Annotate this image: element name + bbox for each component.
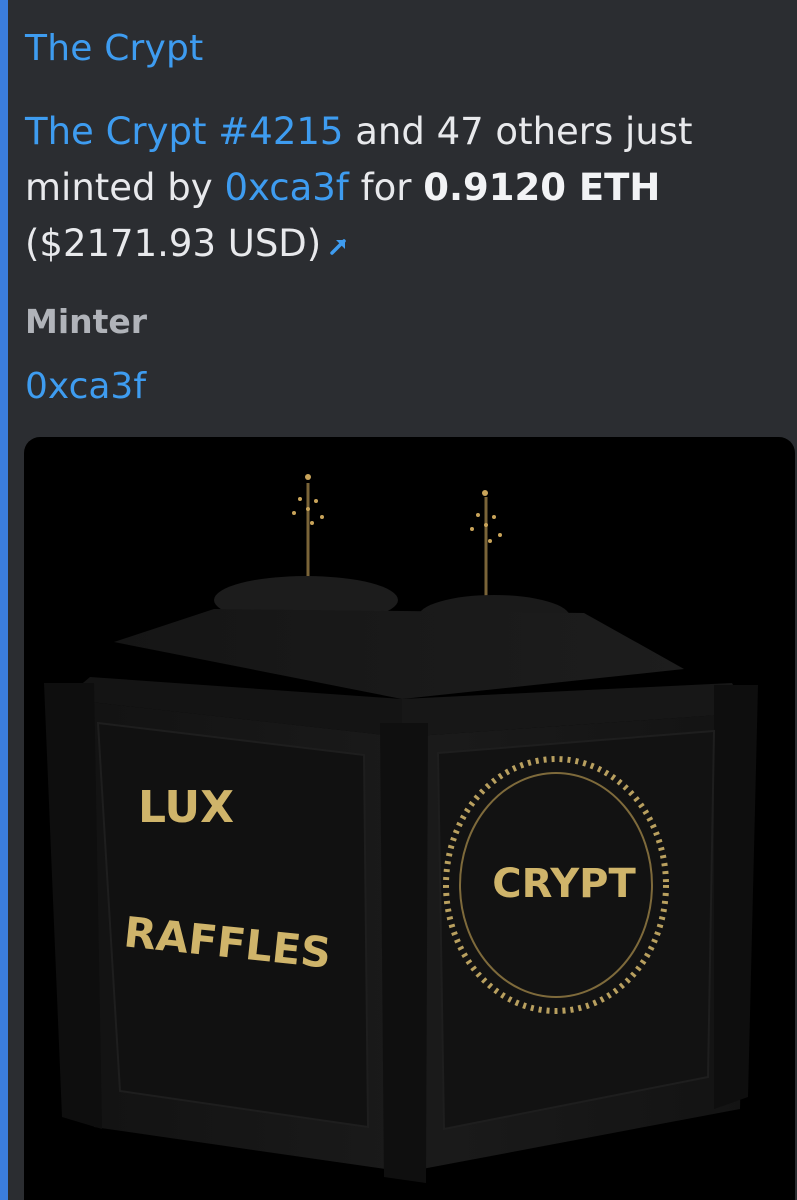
- minter-link[interactable]: 0xca3f: [224, 166, 348, 209]
- field-name-minter: Minter: [25, 302, 148, 341]
- embed-card: The Crypt The Crypt #4215 and 47 others …: [8, 0, 797, 1200]
- image-text-lux: LUX: [138, 782, 234, 833]
- external-link-arrow-icon[interactable]: [327, 234, 351, 258]
- item-link[interactable]: The Crypt #4215: [25, 110, 343, 153]
- nft-image[interactable]: LUX RAFFLES CRYPT: [24, 437, 795, 1200]
- price-usd: ($2171.93 USD): [25, 222, 322, 265]
- embed-description: The Crypt #4215 and 47 others just minte…: [25, 104, 785, 272]
- crypt-render: LUX RAFFLES CRYPT: [44, 474, 758, 1183]
- field-value-minter-link[interactable]: 0xca3f: [25, 366, 146, 407]
- embed-accent-bar: [0, 0, 8, 1200]
- spire-left: [292, 474, 324, 587]
- description-text-for: for: [348, 166, 424, 209]
- price-eth: 0.9120 ETH: [423, 166, 661, 209]
- spire-right: [470, 490, 502, 602]
- embed-title-link[interactable]: The Crypt: [25, 28, 203, 69]
- image-text-crypt: CRYPT: [492, 861, 636, 907]
